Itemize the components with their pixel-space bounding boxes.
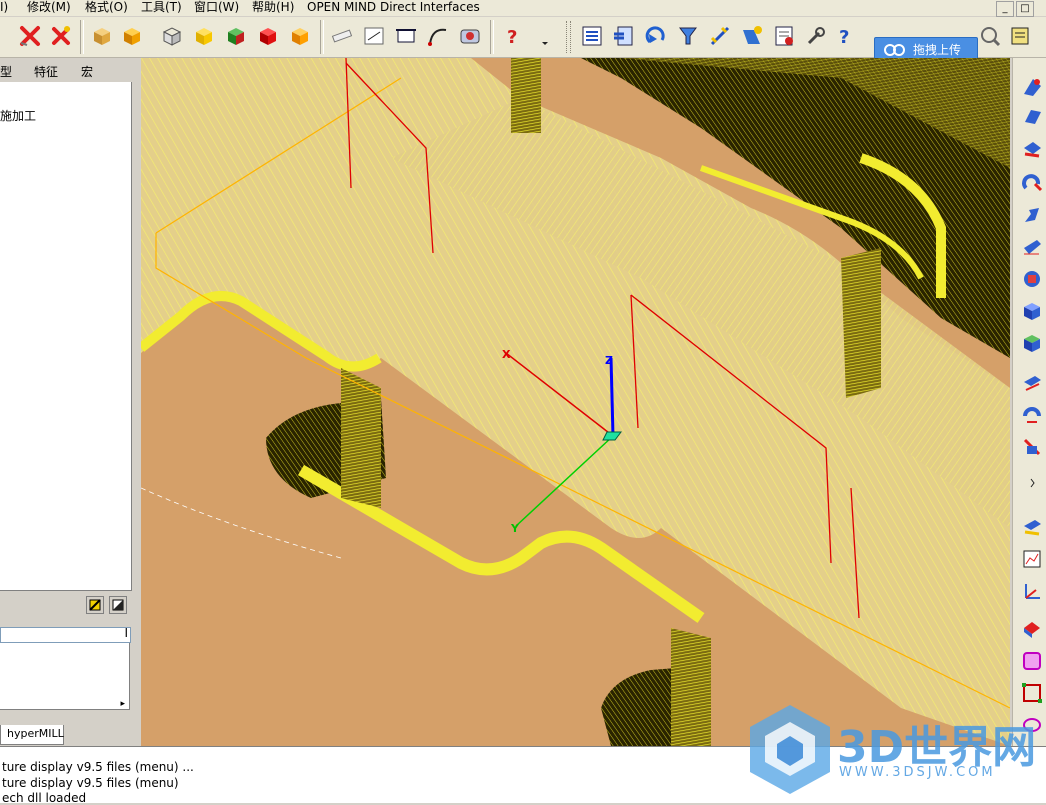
document-icon[interactable] — [612, 24, 636, 48]
y-axis-label: Y — [510, 522, 520, 535]
tab-features[interactable]: 特征 — [34, 64, 58, 82]
menu-bar: I) 修改(M) 格式(O) 工具(T) 窗口(W) 帮助(H) OPEN MI… — [0, 0, 1046, 17]
browser-panel: 型 特征 宏 施加工 I ▸ hyperMILL — [0, 58, 140, 746]
svg-text:?: ? — [839, 27, 849, 48]
dimension-icon[interactable] — [362, 24, 386, 48]
layers-icon[interactable] — [1008, 24, 1032, 48]
wireframe-view-icon[interactable] — [160, 24, 184, 48]
properties-list[interactable]: ▸ — [0, 643, 130, 710]
svg-text:?: ? — [507, 27, 517, 48]
panel-tabs: 型 特征 宏 — [0, 62, 130, 83]
list-icon[interactable] — [580, 24, 604, 48]
menu-format[interactable]: 格式(O) — [85, 0, 128, 16]
z-axis-line — [609, 357, 615, 437]
tab-model[interactable]: 型 — [0, 64, 12, 82]
toolbar-overflow-icon[interactable] — [540, 24, 550, 48]
frame-icon[interactable] — [394, 24, 418, 48]
green-box-icon[interactable] — [224, 24, 248, 48]
filter-combo[interactable]: I — [0, 626, 131, 643]
extrude-icon[interactable] — [1021, 436, 1043, 458]
face-icon[interactable] — [1021, 372, 1043, 394]
watermark-logo: 3D世界网 WWW.3DSJW.COM — [745, 700, 1045, 798]
menu-window[interactable]: 窗口(W) — [194, 0, 239, 16]
yellow-box-icon[interactable] — [192, 24, 216, 48]
wrench-icon[interactable] — [804, 24, 828, 48]
menu-tools[interactable]: 工具(T) — [141, 0, 182, 16]
magnet-icon[interactable] — [1021, 170, 1043, 192]
zoom-icon[interactable] — [978, 24, 1002, 48]
panel-button-2[interactable] — [109, 596, 127, 614]
menu-open-mind-interfaces[interactable]: OPEN MIND Direct Interfaces — [307, 0, 480, 16]
tab-macros[interactable]: 宏 — [81, 64, 93, 82]
tree-view[interactable]: 施加工 — [0, 82, 132, 591]
shaded-box-icon[interactable] — [120, 24, 144, 48]
tree-item[interactable]: 施加工 — [0, 107, 36, 124]
rotate-icon[interactable] — [644, 24, 668, 48]
cloud-icon — [884, 44, 905, 56]
coordinate-icon[interactable] — [1021, 580, 1043, 602]
tab-hypermill-label: hyperMILL — [7, 727, 64, 740]
z-axis-label: Z — [605, 354, 613, 367]
menu-help[interactable]: 帮助(H) — [252, 0, 294, 16]
measure-icon[interactable] — [330, 24, 354, 48]
curve-icon[interactable] — [426, 24, 450, 48]
panel-button-1[interactable] — [86, 596, 104, 614]
toolpath-icon[interactable] — [1021, 516, 1043, 538]
help-icon[interactable]: ? — [834, 24, 858, 48]
sparkle-icon[interactable] — [708, 24, 732, 48]
cloud-upload-label: 拖拽上传 — [913, 43, 962, 57]
red-box-icon[interactable] — [256, 24, 280, 48]
tab-hypermill[interactable]: hyperMILL — [0, 725, 64, 745]
restore-button[interactable]: □ — [1016, 1, 1034, 17]
logo-cube-icon: 3D世界网 WWW.3DSJW.COM — [750, 705, 1036, 794]
revolve-icon[interactable] — [1021, 404, 1043, 426]
shade-icon — [89, 599, 101, 611]
3d-viewport[interactable]: X Y Z — [141, 58, 1010, 746]
loft-icon[interactable] — [1021, 236, 1043, 258]
orange-box-icon[interactable] — [288, 24, 312, 48]
feature-icon[interactable] — [740, 24, 764, 48]
solid-icon[interactable] — [1021, 268, 1043, 290]
cut-icon[interactable] — [1021, 138, 1043, 160]
scroll-right-icon[interactable]: ▸ — [120, 699, 125, 709]
status-line: ture display v9.5 files (menu) — [2, 776, 179, 790]
sweep-icon[interactable] — [1021, 204, 1043, 226]
minimize-button[interactable]: _ — [996, 1, 1014, 17]
more-icon[interactable] — [1021, 476, 1043, 490]
menu-view[interactable]: I) — [0, 0, 8, 16]
rectangle-magenta-icon[interactable] — [1021, 650, 1043, 672]
tool-icon[interactable] — [676, 24, 700, 48]
text-cursor-icon: I — [124, 626, 128, 640]
shade-alt-icon — [112, 599, 124, 611]
menu-modify[interactable]: 修改(M) — [27, 0, 71, 16]
stock-icon[interactable] — [1021, 618, 1043, 640]
cube-green-icon[interactable] — [1021, 332, 1043, 354]
report-icon[interactable] — [772, 24, 796, 48]
x-axis-label: X — [502, 348, 511, 361]
right-toolbar — [1012, 58, 1046, 746]
render-icon[interactable] — [458, 24, 482, 48]
delete-icon[interactable] — [18, 24, 42, 48]
cube-icon[interactable] — [1021, 300, 1043, 322]
plane-icon[interactable] — [1021, 106, 1043, 128]
status-line: ech dll loaded — [2, 791, 87, 805]
watermark-url: WWW.3DSJW.COM — [839, 765, 996, 780]
surface-icon[interactable] — [1021, 76, 1043, 98]
status-line: ture display v9.5 files (menu) ... — [2, 760, 194, 774]
box-view-icon[interactable] — [90, 24, 114, 48]
toolpath-scene: X Y Z — [141, 58, 1010, 746]
delete-all-icon[interactable] — [49, 24, 73, 48]
context-help-icon[interactable]: ? — [500, 24, 524, 48]
graph-icon[interactable] — [1021, 548, 1043, 570]
